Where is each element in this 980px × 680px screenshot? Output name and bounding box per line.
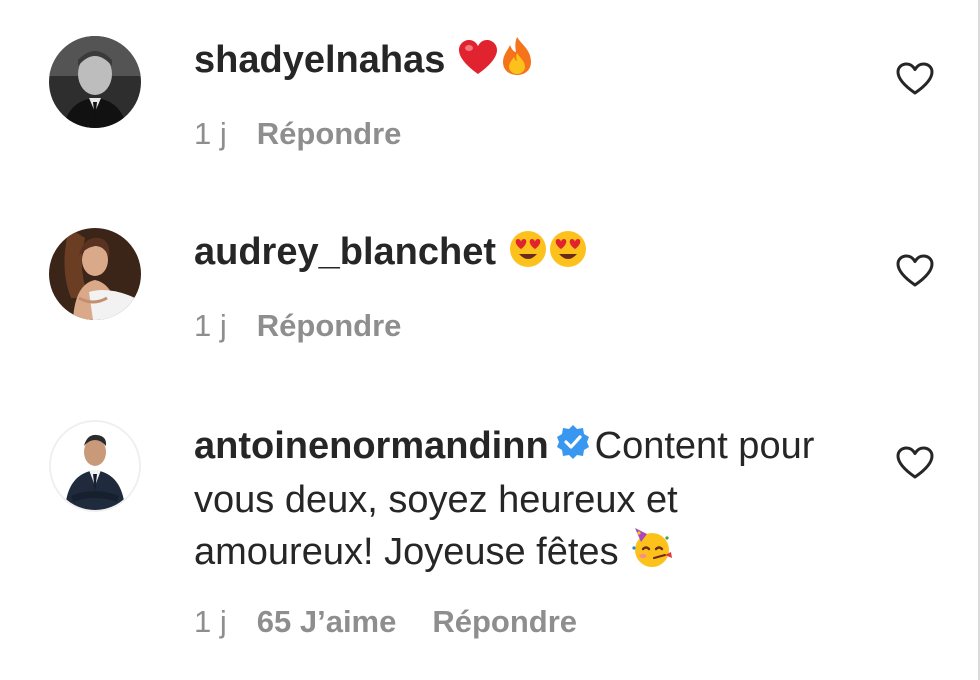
reply-button[interactable]: Répondre bbox=[257, 116, 402, 152]
heart-eyes-emoji bbox=[509, 230, 547, 282]
comment-time: 1 j bbox=[194, 308, 227, 343]
comment-meta: 1 j Répondre bbox=[194, 116, 401, 152]
comment-username[interactable]: antoinenormandinn bbox=[194, 425, 549, 467]
avatar[interactable] bbox=[49, 420, 141, 512]
avatar[interactable] bbox=[49, 36, 141, 128]
heart-outline-icon bbox=[896, 446, 934, 479]
comment-username[interactable]: audrey_blanchet bbox=[194, 231, 496, 273]
verified-badge-icon bbox=[555, 422, 591, 474]
comment-time: 1 j bbox=[194, 116, 227, 151]
reply-button[interactable]: Répondre bbox=[257, 308, 402, 344]
comment-username[interactable]: shadyelnahas bbox=[194, 39, 445, 81]
reply-button[interactable]: Répondre bbox=[432, 604, 577, 640]
partying-face-emoji bbox=[631, 528, 673, 582]
comment-item: audrey_blanchet 1 j Répondre bbox=[0, 190, 978, 390]
comment-meta: 1 j Répondre bbox=[194, 308, 401, 344]
comment-text: shadyelnahas bbox=[194, 34, 844, 90]
heart-outline-icon bbox=[896, 62, 934, 95]
avatar[interactable] bbox=[49, 228, 141, 320]
like-button[interactable] bbox=[896, 254, 934, 290]
comment-text: audrey_blanchet bbox=[194, 226, 844, 282]
comment-item: shadyelnahas 1 j Répondre bbox=[0, 0, 978, 190]
comments-list: shadyelnahas 1 j Répondre audrey_blanche… bbox=[0, 0, 980, 680]
red-heart-emoji bbox=[458, 38, 498, 90]
comment-meta: 1 j 65 J’aime Répondre bbox=[194, 604, 577, 640]
likes-count[interactable]: 65 J’aime bbox=[257, 604, 397, 640]
comment-text: antoinenormandinn Content pour vous deux… bbox=[194, 420, 844, 582]
like-button[interactable] bbox=[896, 446, 934, 482]
like-button[interactable] bbox=[896, 62, 934, 98]
comment-time: 1 j bbox=[194, 604, 227, 639]
heart-eyes-emoji bbox=[549, 230, 587, 282]
heart-outline-icon bbox=[896, 254, 934, 287]
comment-item: antoinenormandinn Content pour vous deux… bbox=[0, 390, 978, 680]
fire-emoji bbox=[500, 36, 534, 90]
